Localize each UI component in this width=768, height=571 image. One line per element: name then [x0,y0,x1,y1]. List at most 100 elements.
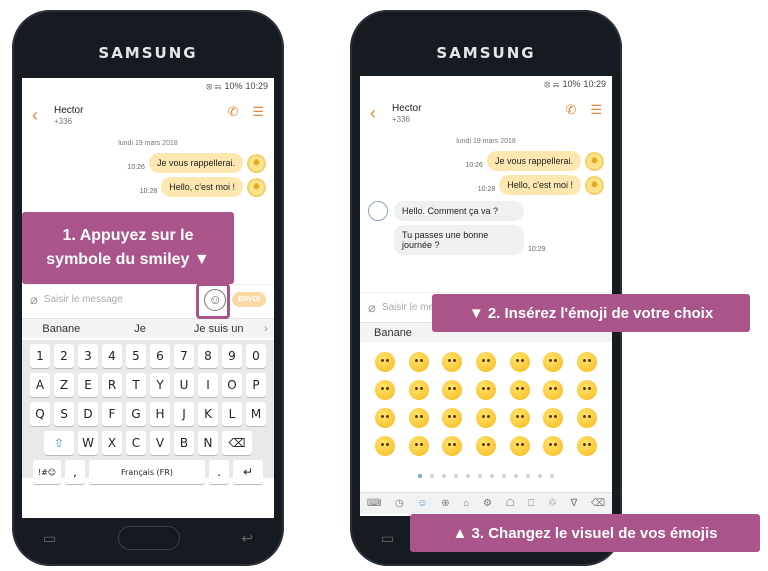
key[interactable]: E [78,373,98,397]
symbols-key[interactable]: !#☺ [33,460,61,484]
emoji-icon[interactable] [442,436,463,456]
emoji-icon[interactable] [475,436,496,456]
page-dot[interactable] [526,474,530,478]
emoji-icon[interactable] [374,436,395,456]
emoji-icon[interactable] [475,408,496,428]
page-dot[interactable] [538,474,542,478]
space-key[interactable]: Français (FR) [89,460,205,484]
back-nav-icon[interactable]: ↩ [241,530,253,547]
recent-tab-icon[interactable]: ◷ [395,498,404,509]
key[interactable]: X [102,431,122,455]
key[interactable]: N [198,431,218,455]
emoji-icon[interactable] [408,408,429,428]
suggestion[interactable]: Je suis un [179,323,258,335]
key[interactable]: U [174,373,194,397]
message-bubble[interactable]: Je vous rappellerai. [486,151,581,171]
page-dot[interactable] [550,474,554,478]
page-dot[interactable] [442,474,446,478]
key[interactable]: D [78,402,98,426]
backspace-icon[interactable]: ⌫ [591,498,605,509]
menu-icon[interactable]: ☰ [252,104,264,120]
page-dot[interactable] [502,474,506,478]
key[interactable]: T [126,373,146,397]
key[interactable]: V [150,431,170,455]
recent-apps-icon[interactable]: ▭ [381,530,394,547]
emoji-icon[interactable] [408,380,429,400]
emoji-icon[interactable] [543,436,564,456]
key[interactable]: 0 [246,344,266,368]
key[interactable]: S [54,402,74,426]
misc-tab-icon[interactable]: ∇ [571,498,578,509]
key[interactable]: 3 [78,344,98,368]
home-button[interactable] [117,526,180,550]
key[interactable]: 1 [30,344,50,368]
attach-icon[interactable]: ⌀ [30,292,38,308]
travel-tab-icon[interactable]: ☖ [506,498,515,509]
keyboard-tab-icon[interactable]: ⌨ [367,498,381,509]
shift-icon[interactable]: ⇧ [44,431,74,455]
emoji-icon[interactable] [577,408,598,428]
emoji-icon[interactable] [408,436,429,456]
suggestion[interactable]: Banane [22,323,101,335]
key[interactable]: O [222,373,242,397]
enter-icon[interactable]: ↵ [233,460,263,484]
back-arrow-icon[interactable]: ‹ [32,105,54,126]
emoji-icon[interactable] [543,380,564,400]
key[interactable]: K [198,402,218,426]
emoji-icon[interactable] [475,380,496,400]
key[interactable]: 4 [102,344,122,368]
emoji-icon[interactable] [577,352,598,372]
key[interactable]: C [126,431,146,455]
comma-key[interactable]: , [65,460,85,484]
emoji-icon[interactable] [509,380,530,400]
key[interactable]: 9 [222,344,242,368]
page-dot[interactable] [478,474,482,478]
menu-icon[interactable]: ☰ [590,102,602,118]
message-bubble[interactable]: Hello, c'est moi ! [161,177,243,197]
message-bubble[interactable]: Hello, c'est moi ! [499,175,581,195]
key[interactable]: J [174,402,194,426]
objects-tab-icon[interactable]: ⚙ [483,498,492,509]
message-input[interactable]: Saisir le message [44,294,198,305]
emoji-icon[interactable] [374,380,395,400]
emoji-icon[interactable] [509,436,530,456]
key[interactable]: 2 [54,344,74,368]
places-tab-icon[interactable]: ⌂ [463,498,469,509]
key[interactable]: 7 [174,344,194,368]
emoji-icon[interactable] [577,436,598,456]
emoji-icon[interactable] [475,352,496,372]
emoji-icon[interactable] [442,352,463,372]
key[interactable]: R [102,373,122,397]
page-dot[interactable] [514,474,518,478]
key[interactable]: L [222,402,242,426]
key[interactable]: 8 [198,344,218,368]
key[interactable]: 5 [126,344,146,368]
chevron-right-icon[interactable]: › [258,323,274,335]
backspace-icon[interactable]: ⌫ [222,431,252,455]
key[interactable]: H [150,402,170,426]
sports-tab-icon[interactable]: ⊕ [441,498,449,509]
key[interactable]: Z [54,373,74,397]
emoji-icon[interactable] [543,408,564,428]
key[interactable]: Q [30,402,50,426]
key[interactable]: Y [150,373,170,397]
page-dot[interactable] [490,474,494,478]
key[interactable]: P [246,373,266,397]
emoji-icon[interactable] [577,380,598,400]
recent-apps-icon[interactable]: ▭ [43,530,56,547]
key[interactable]: A [30,373,50,397]
emoji-icon[interactable] [408,352,429,372]
period-key[interactable]: . [209,460,229,484]
key[interactable]: M [246,402,266,426]
emoji-icon[interactable] [374,352,395,372]
key[interactable]: G [126,402,146,426]
key[interactable]: F [102,402,122,426]
flags-tab-icon[interactable]: ⎕ [528,498,534,509]
phone-call-icon[interactable]: ✆ [227,104,238,120]
emoji-icon[interactable] [442,408,463,428]
key[interactable]: W [78,431,98,455]
suggestion[interactable]: Je [101,323,180,335]
message-bubble-incoming[interactable]: Tu passes une bonne journée ? [394,225,524,255]
phone-call-icon[interactable]: ✆ [565,102,576,118]
suggestion[interactable]: Banane [374,327,412,339]
